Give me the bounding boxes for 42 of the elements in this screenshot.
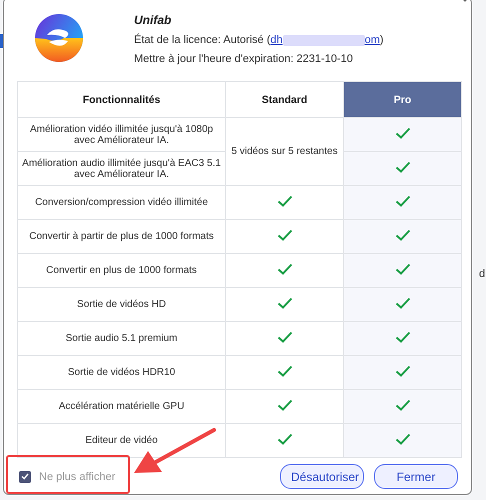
check-icon [394,399,410,411]
check-icon [394,263,410,275]
table-cell: Amélioration audio illimitée jusqu'à EAC3 5.1 avec Améliorateur IA. [18,152,226,186]
app-name: Unifab [134,13,172,27]
expiry-text: Mettre à jour l'heure d'expiration: 2231-10-10 [134,53,354,65]
column-header: Fonctionnalités [18,82,226,118]
check-icon [394,127,410,139]
table-cell: Conversion/compression vidéo illimitée [18,186,226,220]
column-header: Standard [226,82,344,118]
license-status: État de la licence: Autorisé ( [134,34,270,46]
check-icon [276,331,292,343]
check-icon [276,399,292,411]
email-link-start[interactable]: dh [270,34,283,46]
checkbox[interactable] [19,470,31,482]
check-icon [276,263,292,275]
check-icon [394,161,410,173]
license-close: ) [380,34,384,46]
checkbox-label: Ne plus afficher [39,470,116,482]
table-cell: Sortie de vidéos HDR10 [18,356,226,390]
check-icon [276,433,292,445]
check-icon [394,297,410,309]
background-text: d [479,268,486,280]
table-cell: Convertir à partir de plus de 1000 formats [18,220,226,254]
check-icon [394,433,410,445]
table-cell: Sortie de vidéos HD [18,288,226,322]
table-cell: Amélioration vidéo illimitée jusqu'à 1080p avec Améliorateur IA. [18,118,226,152]
check-icon [394,365,410,377]
email-link-end[interactable]: om [364,34,380,46]
check-icon [394,229,410,241]
table-cell: Convertir en plus de 1000 formats [18,254,226,288]
check-icon [394,195,410,207]
check-icon [276,297,292,309]
logo-icon [34,13,84,63]
table-cell: Accélération matérielle GPU [18,390,226,424]
check-icon [276,229,292,241]
close-button[interactable]: Fermer [374,464,458,489]
table-cell: Sortie audio 5.1 premium [18,322,226,356]
check-icon [394,331,410,343]
deauthorize-button[interactable]: Désautoriser [280,464,364,489]
check-icon [276,195,292,207]
check-icon [276,365,292,377]
column-header: Pro [344,82,462,118]
